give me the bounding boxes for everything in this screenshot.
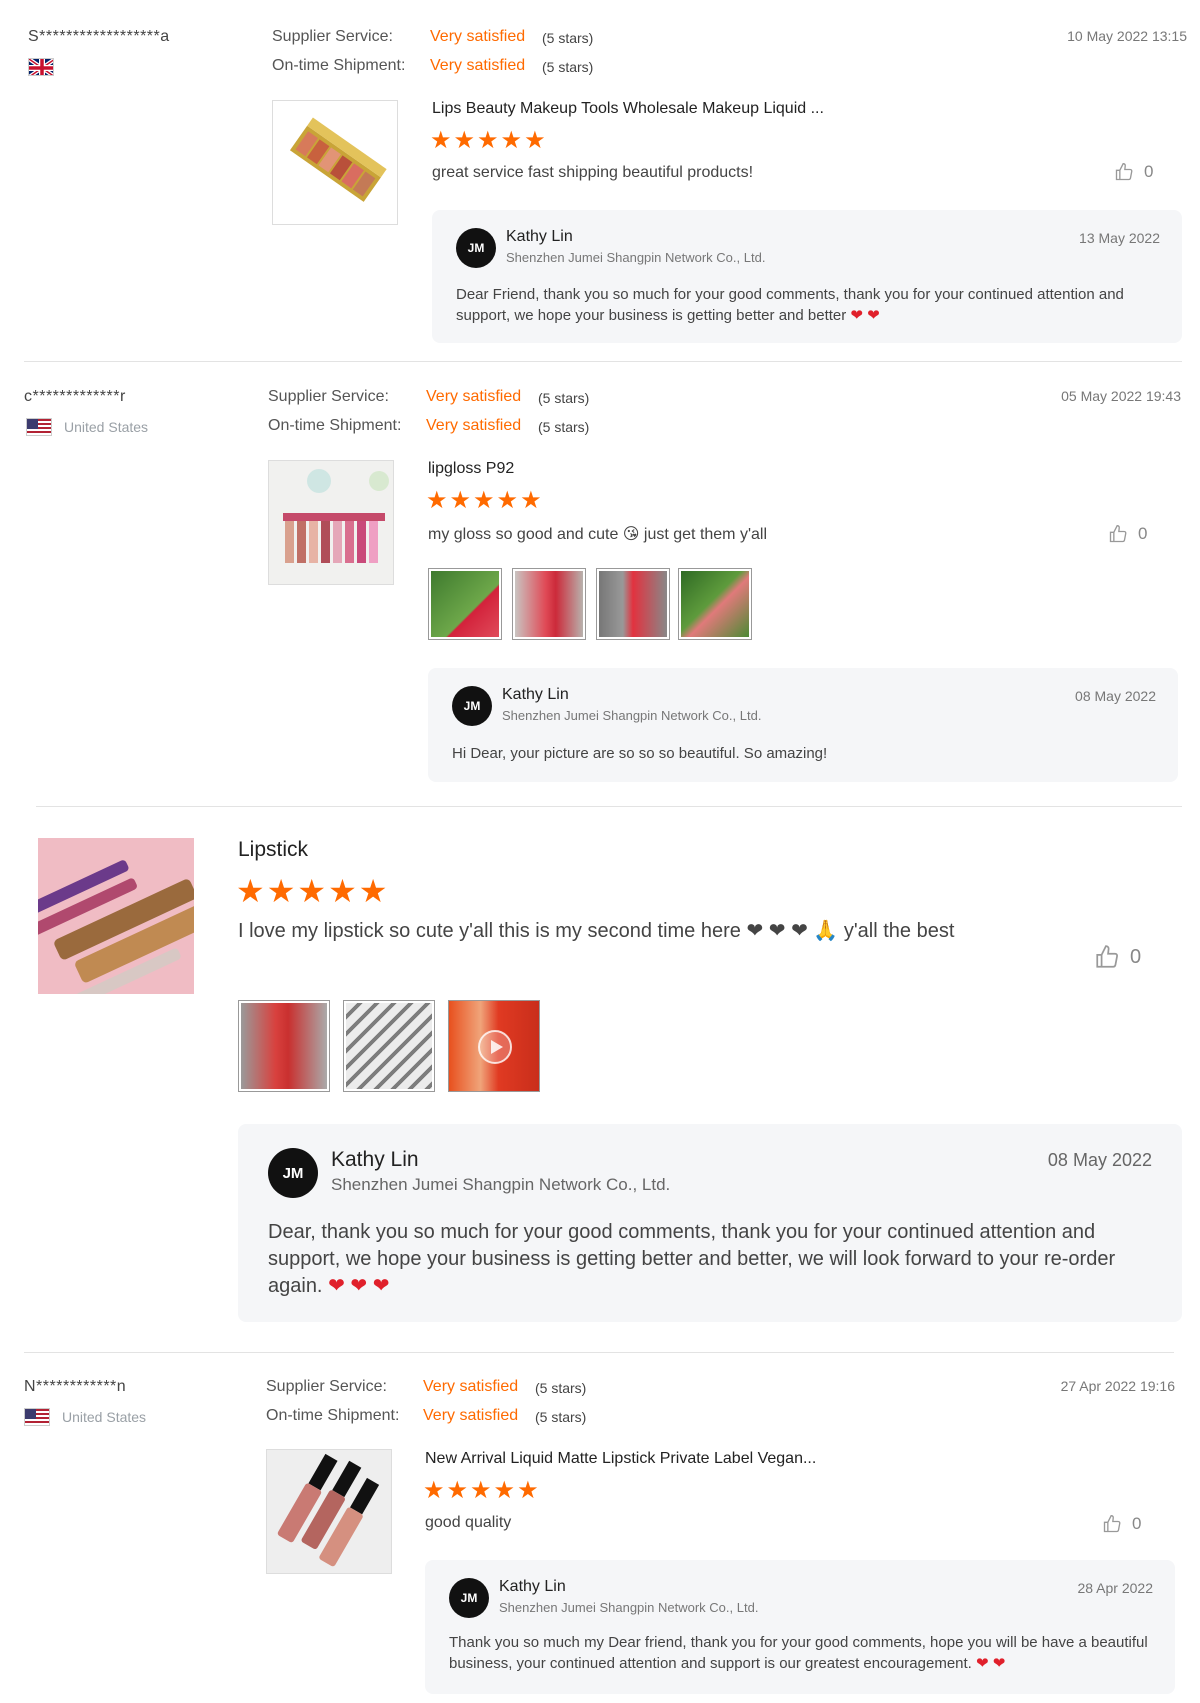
- reply-company: Shenzhen Jumei Shangpin Network Co., Ltd…: [506, 250, 766, 265]
- reply-company: Shenzhen Jumei Shangpin Network Co., Ltd…: [502, 708, 762, 723]
- shipment-label: On-time Shipment:: [272, 57, 406, 74]
- supplier-service-value: Very satisfied: [426, 388, 522, 405]
- heart-icon: ❤ ❤: [976, 1655, 1006, 1672]
- thumbs-up-icon: [1096, 945, 1118, 968]
- reviewer-name: S******************a: [28, 28, 170, 45]
- us-flag-icon: [24, 1408, 50, 1426]
- review-photo[interactable]: [678, 568, 752, 640]
- reviewer-country: United States: [64, 419, 149, 435]
- divider: [24, 361, 1182, 362]
- supplier-service-value: Very satisfied: [430, 28, 526, 45]
- review-video[interactable]: [448, 1000, 540, 1092]
- shipment-label: On-time Shipment:: [268, 417, 402, 434]
- shipment-value: Very satisfied: [426, 417, 522, 434]
- review-photo[interactable]: [343, 1000, 435, 1092]
- reply-author-name: Kathy Lin: [506, 228, 573, 245]
- rating-stars: ★★★★★: [430, 127, 548, 154]
- product-title[interactable]: Lipstick: [238, 838, 308, 862]
- review-photo[interactable]: [512, 568, 586, 640]
- like-button[interactable]: 0: [1108, 524, 1147, 544]
- reply-text: Hi Dear, your picture are so so so beaut…: [452, 745, 828, 762]
- review-date: 27 Apr 2022 19:16: [1060, 1378, 1175, 1394]
- reply-author-name: Kathy Lin: [331, 1148, 419, 1171]
- thumbs-up-icon: [1109, 524, 1127, 543]
- reply-text: Dear, thank you so much for your good co…: [268, 1221, 1116, 1297]
- shipment-value: Very satisfied: [430, 57, 526, 74]
- product-title[interactable]: lipgloss P92: [428, 460, 514, 478]
- reply-author-name: Kathy Lin: [502, 686, 569, 703]
- reply-date: 13 May 2022: [1079, 230, 1160, 246]
- shipment-value: Very satisfied: [423, 1407, 519, 1424]
- review-comment: I love my lipstick so cute y'all this is…: [238, 920, 955, 942]
- avatar: JM: [452, 686, 492, 726]
- like-count: 0: [1132, 1514, 1142, 1533]
- supplier-service-stars: (5 stars): [542, 30, 594, 46]
- reply-company: Shenzhen Jumei Shangpin Network Co., Ltd…: [331, 1175, 671, 1194]
- supplier-service-label: Supplier Service:: [266, 1378, 387, 1395]
- product-thumbnail[interactable]: [268, 460, 394, 585]
- supplier-reply: JM Kathy Lin Shenzhen Jumei Shangpin Net…: [432, 210, 1182, 343]
- supplier-reply: JM Kathy Lin Shenzhen Jumei Shangpin Net…: [238, 1124, 1182, 1322]
- reply-date: 28 Apr 2022: [1077, 1580, 1153, 1596]
- supplier-service-label: Supplier Service:: [268, 388, 389, 405]
- like-button[interactable]: 0: [1102, 1514, 1141, 1534]
- divider: [24, 1352, 1174, 1353]
- review-date: 10 May 2022 13:15: [1067, 28, 1187, 44]
- reply-date: 08 May 2022: [1075, 688, 1156, 704]
- review-photo[interactable]: [428, 568, 502, 640]
- like-button[interactable]: 0: [1094, 944, 1141, 970]
- review-comment: great service fast shipping beautiful pr…: [432, 164, 754, 181]
- heart-icon: ❤ ❤: [850, 307, 880, 324]
- review-photo[interactable]: [596, 568, 670, 640]
- review-comment: my gloss so good and cute 😘 just get the…: [428, 526, 768, 543]
- supplier-service-label: Supplier Service:: [272, 28, 393, 45]
- product-title[interactable]: Lips Beauty Makeup Tools Wholesale Makeu…: [432, 100, 824, 118]
- like-count: 0: [1138, 524, 1148, 543]
- review-photo[interactable]: [238, 1000, 330, 1092]
- avatar: JM: [268, 1148, 318, 1198]
- reply-author-name: Kathy Lin: [499, 1578, 566, 1595]
- rating-stars: ★★★★★: [423, 1477, 541, 1504]
- supplier-service-stars: (5 stars): [535, 1380, 587, 1396]
- supplier-service-value: Very satisfied: [423, 1378, 519, 1395]
- product-thumbnail[interactable]: [38, 838, 194, 994]
- supplier-reply: JM Kathy Lin Shenzhen Jumei Shangpin Net…: [425, 1560, 1175, 1694]
- play-icon: [478, 1030, 512, 1064]
- product-thumbnail[interactable]: [272, 100, 398, 225]
- reviewer-name: c*************r: [24, 388, 126, 405]
- uk-flag-icon: [28, 58, 54, 76]
- like-button[interactable]: 0: [1114, 162, 1153, 182]
- product-thumbnail[interactable]: [266, 1449, 392, 1574]
- rating-stars: ★★★★★: [426, 487, 544, 514]
- like-count: 0: [1130, 945, 1142, 968]
- reviewer-name: N************n: [24, 1378, 127, 1395]
- rating-stars: ★★★★★: [236, 873, 390, 909]
- shipment-stars: (5 stars): [542, 59, 594, 75]
- like-count: 0: [1144, 162, 1154, 181]
- divider: [36, 806, 1182, 807]
- reply-text: Dear Friend, thank you so much for your …: [456, 286, 1124, 324]
- supplier-service-stars: (5 stars): [538, 390, 590, 406]
- shipment-stars: (5 stars): [538, 419, 590, 435]
- supplier-reply: JM Kathy Lin Shenzhen Jumei Shangpin Net…: [428, 668, 1178, 782]
- review-comment: good quality: [425, 1514, 512, 1531]
- thumbs-up-icon: [1103, 1514, 1121, 1533]
- review-date: 05 May 2022 19:43: [1061, 388, 1181, 404]
- reply-text: Thank you so much my Dear friend, thank …: [449, 1634, 1148, 1672]
- heart-icon: ❤ ❤ ❤: [328, 1275, 390, 1297]
- reviewer-country: United States: [62, 1409, 147, 1425]
- reply-company: Shenzhen Jumei Shangpin Network Co., Ltd…: [499, 1600, 759, 1615]
- shipment-label: On-time Shipment:: [266, 1407, 400, 1424]
- shipment-stars: (5 stars): [535, 1409, 587, 1425]
- us-flag-icon: [26, 418, 52, 436]
- thumbs-up-icon: [1115, 162, 1133, 181]
- avatar: JM: [456, 228, 496, 268]
- reply-date: 08 May 2022: [1047, 1150, 1152, 1170]
- product-title[interactable]: New Arrival Liquid Matte Lipstick Privat…: [425, 1450, 816, 1468]
- avatar: JM: [449, 1578, 489, 1618]
